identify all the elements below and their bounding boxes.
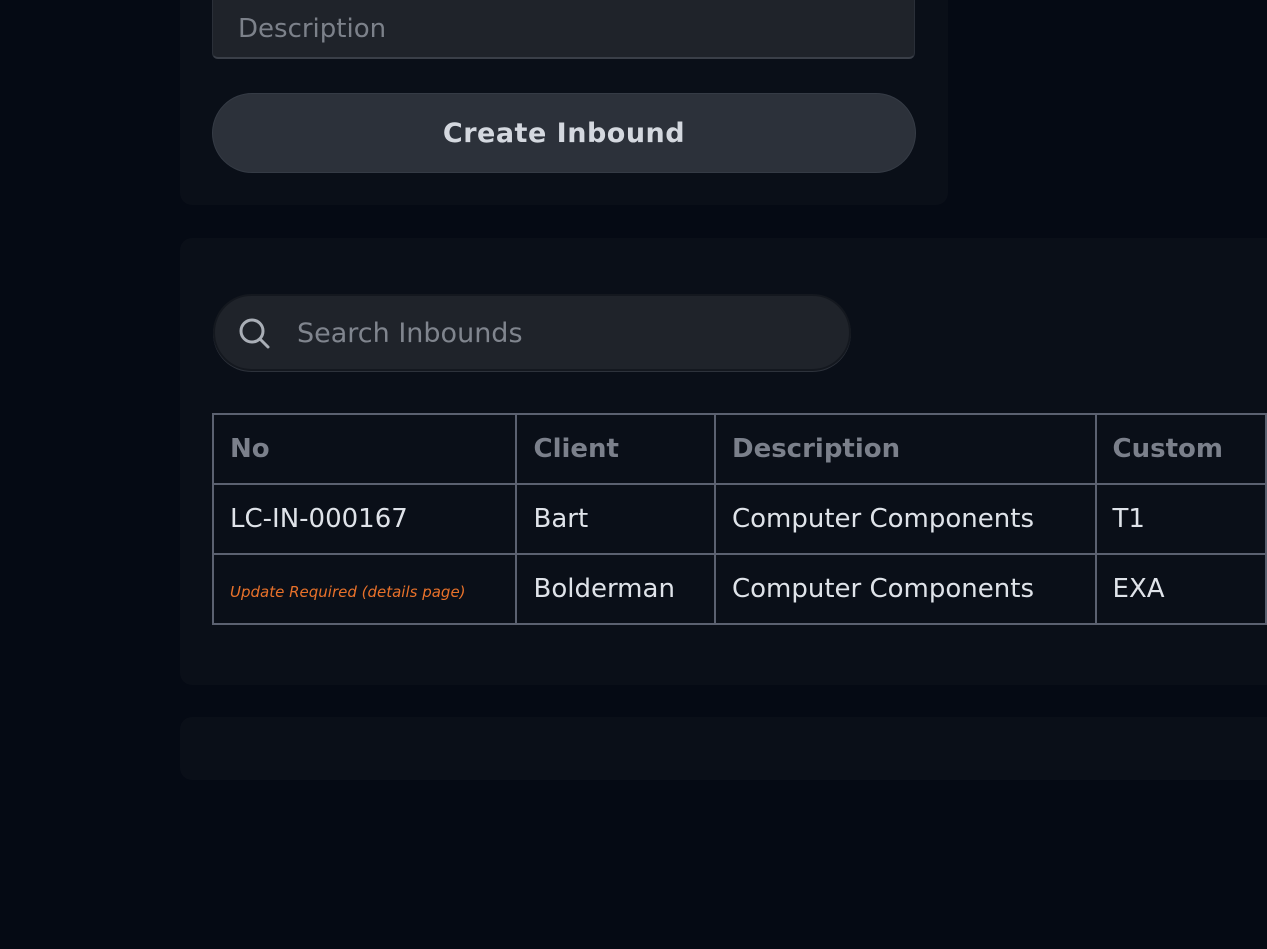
page: Create Inbound No Client Description Cus… (0, 0, 1267, 949)
table-header-row: No Client Description Custom (211, 413, 1267, 485)
search-bar[interactable] (213, 294, 851, 371)
cell-description: Computer Components (713, 483, 1097, 555)
cell-customs: EXA (1094, 553, 1267, 625)
cell-client: Bolderman (515, 553, 716, 625)
inbounds-table: No Client Description Custom LC-IN-00016… (211, 413, 1267, 625)
description-input[interactable] (212, 0, 915, 59)
update-required-link[interactable]: Update Required (details page) (230, 583, 466, 601)
cell-client: Bart (515, 483, 716, 555)
cell-no[interactable]: LC-IN-000167 (211, 483, 518, 555)
column-header-client[interactable]: Client (515, 413, 716, 485)
column-header-description[interactable]: Description (713, 413, 1097, 485)
create-inbound-button[interactable]: Create Inbound (212, 93, 916, 173)
cell-description: Computer Components (713, 553, 1097, 625)
column-header-no[interactable]: No (211, 413, 518, 485)
bottom-panel (180, 717, 1267, 780)
cell-no[interactable]: Update Required (details page) (211, 553, 518, 625)
table-row[interactable]: Update Required (details page) Bolderman… (211, 553, 1267, 625)
column-header-customs[interactable]: Custom (1094, 413, 1267, 485)
table-row[interactable]: LC-IN-000167 Bart Computer Components T1 (211, 483, 1267, 555)
search-icon (237, 316, 273, 352)
cell-customs: T1 (1094, 483, 1267, 555)
search-input[interactable] (295, 296, 839, 371)
